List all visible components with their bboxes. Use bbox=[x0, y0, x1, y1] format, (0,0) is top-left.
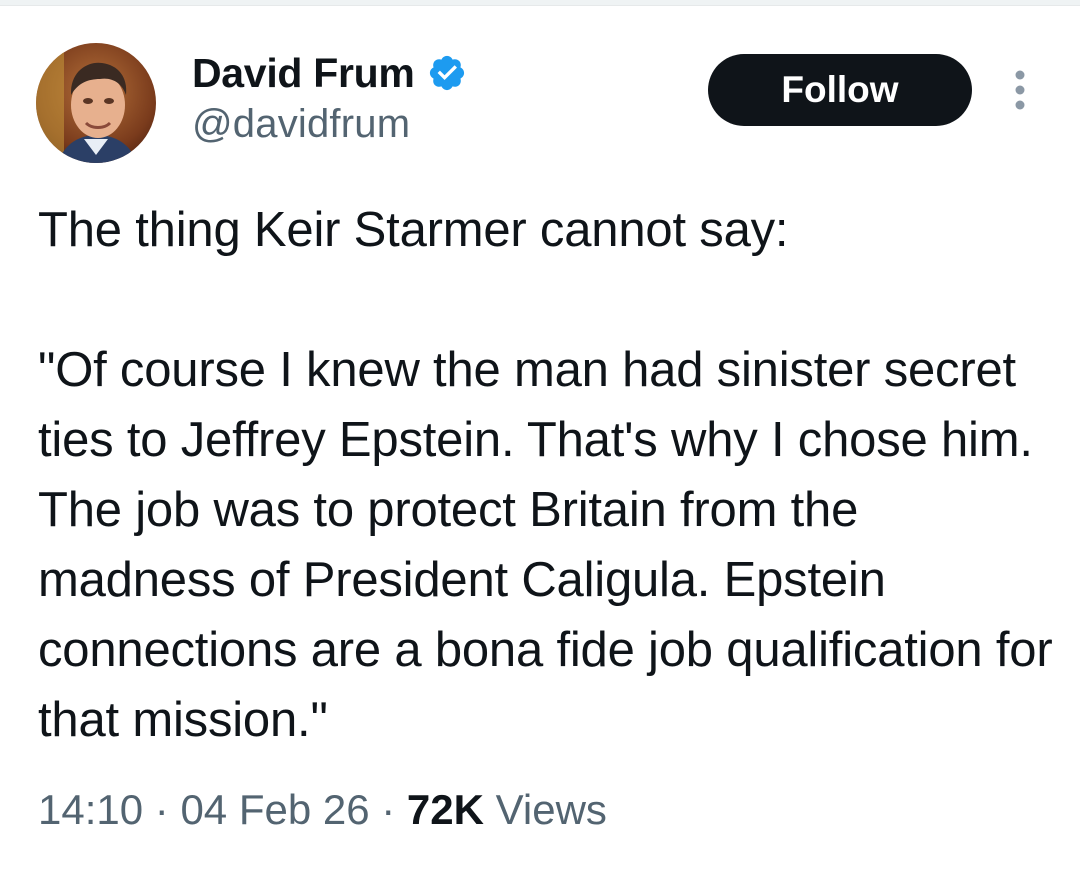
meta-separator: · bbox=[369, 786, 407, 833]
tweet-date[interactable]: 04 Feb 26 bbox=[180, 786, 369, 834]
author-name[interactable]: David Frum bbox=[192, 50, 415, 97]
views-label: Views bbox=[483, 786, 607, 833]
tweet-meta: 14:10 · 04 Feb 26 · 72K Views bbox=[38, 786, 607, 834]
verified-badge-icon[interactable] bbox=[427, 53, 467, 93]
tweet-time[interactable]: 14:10 bbox=[38, 786, 143, 834]
top-divider bbox=[0, 0, 1080, 6]
meta-separator: · bbox=[143, 786, 181, 833]
author-handle[interactable]: @davidfrum bbox=[192, 102, 410, 147]
views-count: 72K bbox=[406, 786, 484, 833]
more-vertical-icon[interactable] bbox=[1005, 68, 1035, 112]
author-row: David Frum bbox=[192, 48, 467, 98]
avatar[interactable] bbox=[36, 43, 156, 163]
follow-button[interactable]: Follow bbox=[708, 54, 972, 126]
tweet-text: The thing Keir Starmer cannot say: "Of c… bbox=[38, 203, 1053, 747]
profile-photo-icon bbox=[36, 43, 156, 163]
